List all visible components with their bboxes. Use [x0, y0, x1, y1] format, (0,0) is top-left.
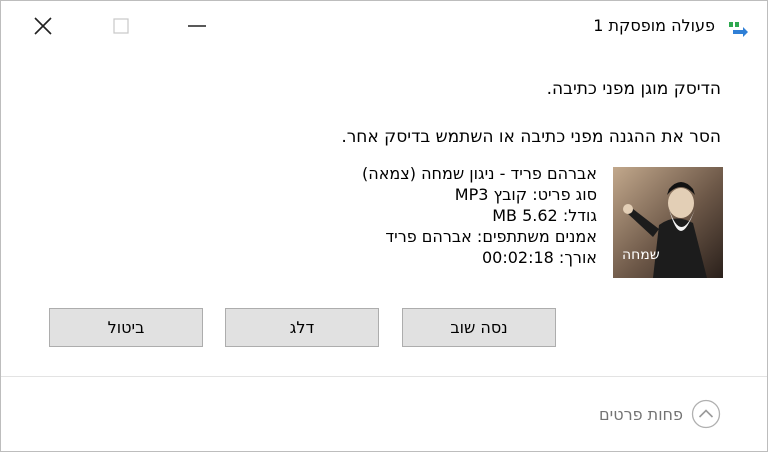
error-message: הדיסק מוגן מפני כתיבה.	[546, 79, 721, 99]
file-details: אברהם פריד - ניגון שמחה (צמאה) סוג פריט:…	[362, 163, 597, 268]
svg-text:שמחה: שמחה	[622, 247, 660, 263]
file-size: גודל: 5.62 MB	[492, 206, 597, 225]
retry-button[interactable]: נסה שוב	[402, 308, 556, 347]
fewer-details-toggle[interactable]: פחות פרטים	[599, 398, 721, 430]
title-bar: פעולה מופסקת 1	[1, 1, 767, 55]
file-length: אורך: 00:02:18	[481, 248, 597, 267]
maximize-button[interactable]	[101, 9, 141, 43]
chevron-up-circle-icon	[691, 399, 721, 429]
error-dialog: פעולה מופסקת 1 הדיסק מוגן מפני כתיבה. הס…	[0, 0, 768, 452]
window-title: פעולה מופסקת 1	[593, 16, 715, 35]
footer-divider	[1, 376, 767, 377]
file-type: סוג פריט: קובץ MP3	[454, 185, 597, 204]
error-instruction: הסר את ההגנה מפני כתיבה או השתמש בדיסק א…	[341, 127, 721, 147]
close-icon	[34, 17, 52, 35]
close-button[interactable]	[23, 9, 63, 43]
skip-button[interactable]: דלג	[225, 308, 379, 347]
cancel-button[interactable]: ביטול	[49, 308, 203, 347]
maximize-icon	[113, 18, 129, 34]
minimize-icon	[188, 25, 206, 27]
copy-progress-icon	[729, 22, 748, 37]
album-art-thumbnail: שמחה	[613, 167, 723, 278]
file-name: אברהם פריד - ניגון שמחה (צמאה)	[362, 164, 597, 183]
minimize-button[interactable]	[177, 9, 217, 43]
file-artists: אמנים משתתפים: אברהם פריד	[385, 227, 597, 246]
fewer-details-label: פחות פרטים	[599, 404, 683, 424]
